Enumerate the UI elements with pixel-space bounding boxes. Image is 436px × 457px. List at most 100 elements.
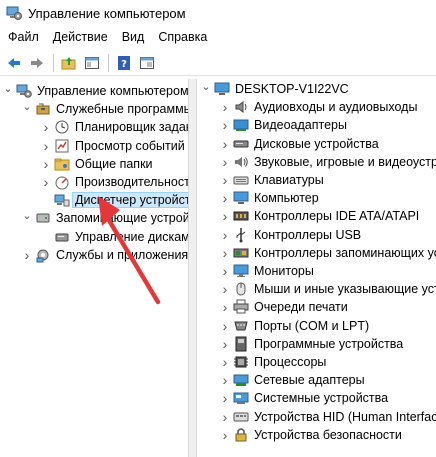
chevron-right-icon[interactable]: › [219,371,231,389]
keyboard-icon [233,172,249,188]
chevron-right-icon[interactable]: › [219,135,231,153]
device-category-item[interactable]: › Контроллеры запоминающих устр [219,244,436,262]
tools-icon [35,101,51,117]
device-category-item[interactable]: › Процессоры [219,353,327,371]
device-category-item[interactable]: › Очереди печати [219,298,348,316]
toolbar-separator [53,53,54,72]
system-device-icon [233,390,249,406]
chevron-right-icon[interactable]: › [219,116,231,134]
properties-icon [140,56,154,69]
show-hide-tree-button[interactable] [81,52,103,74]
device-category-label: Порты (COM и LPT) [254,318,370,333]
device-category-item[interactable]: › Дисковые устройства [219,135,379,153]
console-tree-item[interactable]: Диспетчер устройств [40,191,188,209]
console-tree-item[interactable]: › Общие папки [40,155,153,173]
security-device-icon [233,427,249,443]
chevron-right-icon[interactable]: › [219,153,231,171]
device-category-item[interactable]: › Сетевые адаптеры [219,371,365,389]
device-category-item[interactable]: › Компьютер [219,189,319,207]
chevron-right-icon[interactable]: › [40,155,52,173]
chevron-down-icon[interactable]: ⌄ [21,207,33,225]
toolbar-separator [108,53,109,72]
menu-file[interactable]: Файл [0,27,46,48]
device-category-item[interactable]: › Аудиовходы и аудиовыходы [219,98,418,116]
chevron-right-icon[interactable]: › [219,426,231,444]
device-category-item[interactable]: › Устройства безопасности [219,426,402,444]
mouse-icon [233,281,249,297]
device-category-item[interactable]: › Контроллеры IDE ATA/ATAPI [219,207,420,225]
chevron-right-icon[interactable]: › [219,408,231,426]
device-category-label: Устройства HID (Human Interface [254,409,436,424]
device-category-item[interactable]: › Контроллеры USB [219,226,362,244]
device-tree-root[interactable]: ⌄ DESKTOP-V1I22VC [200,79,348,98]
network-adapter-icon [233,372,249,388]
device-category-label: Мыши и иные указывающие устр [254,282,436,297]
chevron-right-icon[interactable]: › [219,262,231,280]
device-category-label: Дисковые устройства [254,136,379,151]
console-tree-item[interactable]: › Планировщик заданий [40,118,188,136]
chevron-right-icon[interactable]: › [40,173,52,191]
ide-controller-icon [233,208,249,224]
title-bar: Управление компьютером [0,0,436,26]
console-tree-item-label: Запоминающие устройст [56,211,189,226]
pane-splitter[interactable] [189,79,196,457]
device-category-label: Клавиатуры [254,173,324,187]
console-tree-item[interactable]: ⌄ Запоминающие устройст [21,207,189,227]
forward-arrow-icon [31,57,43,68]
device-category-item[interactable]: › Клавиатуры [219,171,324,189]
clock-icon [54,119,70,135]
device-category-item[interactable]: › Программные устройства [219,335,404,353]
device-category-label: Мониторы [254,264,314,278]
chevron-right-icon[interactable]: › [40,137,52,155]
device-category-item[interactable]: › Мониторы [219,262,314,280]
window-title: Управление компьютером [28,5,186,21]
console-tree-item[interactable]: › Просмотр событий [40,137,185,155]
chevron-right-icon[interactable]: › [219,244,231,262]
properties-button[interactable] [136,52,158,74]
chevron-right-icon[interactable]: › [219,226,231,244]
chevron-right-icon[interactable]: › [219,280,231,298]
device-category-label: Видеоадаптеры [254,118,347,133]
console-tree-item[interactable]: Управление дисками [40,228,189,246]
menu-action[interactable]: Действие [46,27,115,48]
console-tree-item[interactable]: ⌄ Служебные программы [21,98,188,118]
up-level-button[interactable] [58,52,80,74]
show-hide-tree-icon [85,56,99,69]
chevron-right-icon[interactable]: › [219,298,231,316]
device-category-label: Звуковые, игровые и видеоустр [254,154,436,169]
device-category-item[interactable]: › Системные устройства [219,389,388,407]
chevron-right-icon[interactable]: › [219,171,231,189]
chevron-right-icon[interactable]: › [219,353,231,371]
device-category-item[interactable]: › Звуковые, игровые и видеоустр [219,153,436,171]
processor-icon [233,354,249,370]
device-category-label: Компьютер [254,191,319,206]
chevron-right-icon[interactable]: › [219,317,231,335]
menu-view[interactable]: Вид [115,27,152,48]
menu-help[interactable]: Справка [151,27,214,48]
device-category-item[interactable]: › Порты (COM и LPT) [219,317,369,335]
device-category-item[interactable]: › Видеоадаптеры [219,116,347,134]
chevron-right-icon[interactable]: › [40,118,52,136]
back-button[interactable] [3,52,25,74]
chevron-down-icon[interactable]: ⌄ [200,79,212,96]
device-category-item[interactable]: › Устройства HID (Human Interface [219,408,436,426]
usb-icon [233,227,249,243]
chevron-right-icon[interactable]: › [219,335,231,353]
device-category-item[interactable]: › Мыши и иные указывающие устр [219,280,436,298]
help-button[interactable]: ? [113,52,135,74]
chevron-right-icon[interactable]: › [219,98,231,116]
storage-controller-icon [233,245,249,261]
chevron-down-icon[interactable]: ⌄ [21,98,33,116]
chevron-right-icon[interactable]: › [21,246,33,264]
device-list-pane[interactable]: ⌄ DESKTOP-V1I22VC › Аудиовходы и аудиовыход… [196,79,436,457]
console-tree-pane[interactable]: ⌄ Управление компьютером (л ⌄ Служебные про… [0,79,189,457]
chevron-down-icon[interactable]: ⌄ [2,80,14,98]
console-tree-item[interactable]: › Службы и приложения [21,246,188,264]
console-tree-item[interactable]: › Производительность [40,173,188,191]
chevron-right-icon[interactable]: › [219,207,231,225]
chevron-right-icon[interactable]: › [219,389,231,407]
console-tree-item-label: Управление дисками [75,229,189,244]
forward-button[interactable] [26,52,48,74]
chevron-right-icon[interactable]: › [219,189,231,207]
